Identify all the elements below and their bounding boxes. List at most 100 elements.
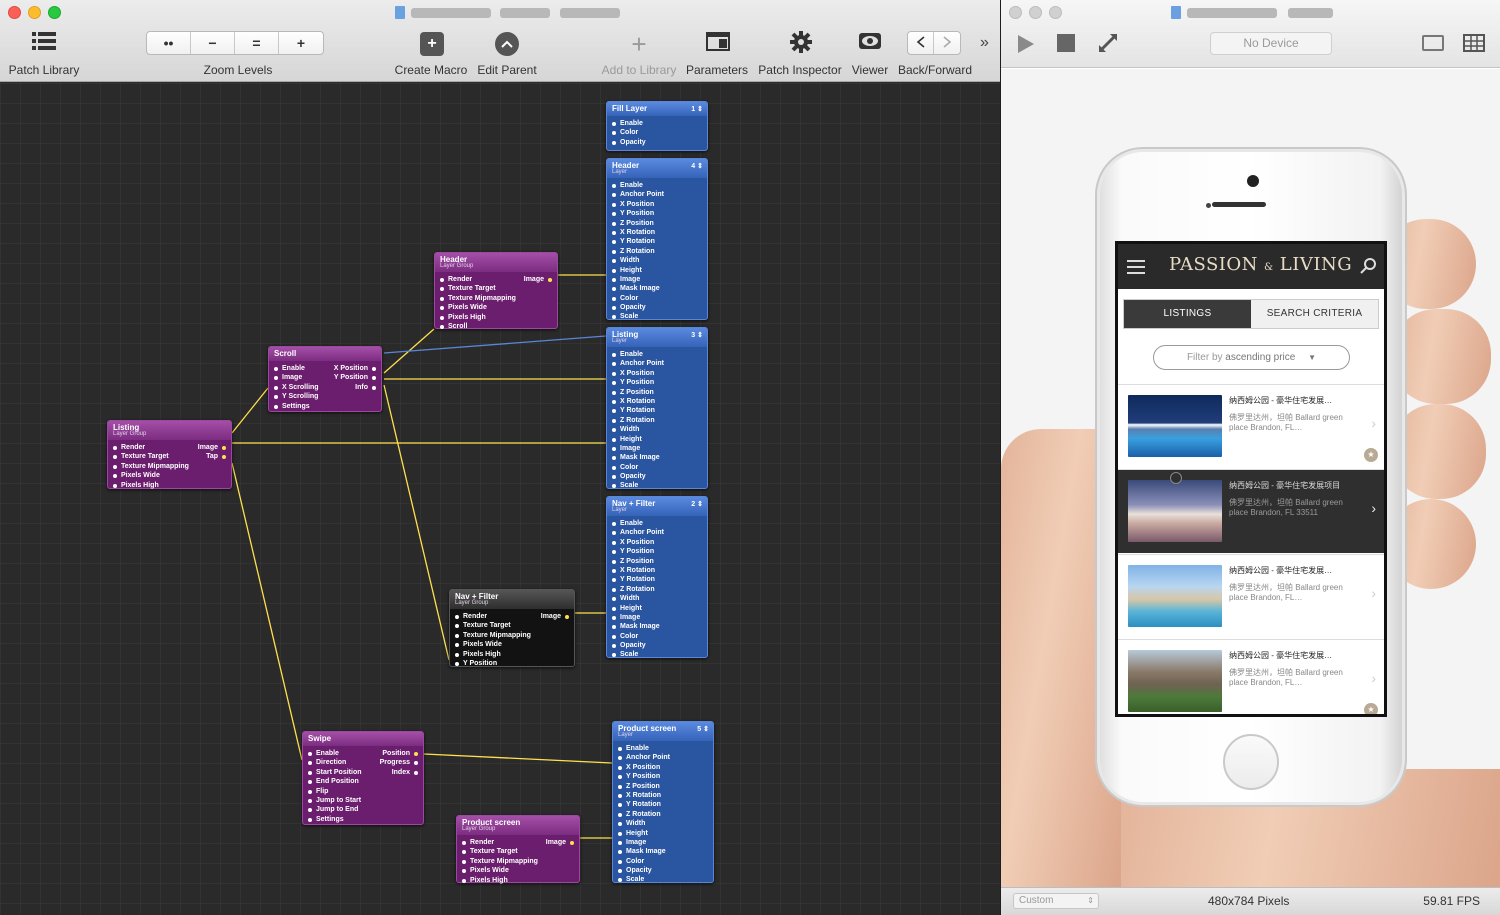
- output-port[interactable]: [414, 770, 418, 775]
- input-port[interactable]: [612, 540, 616, 545]
- input-port[interactable]: [612, 568, 616, 573]
- input-port[interactable]: [612, 296, 616, 301]
- favorite-star-icon[interactable]: ★: [1364, 703, 1378, 714]
- input-port[interactable]: [612, 249, 616, 254]
- patch-listing-layer[interactable]: Listing Layer 3 ⇕ Enable Anchor Point X Posi…: [606, 327, 708, 489]
- viewer-stage[interactable]: PASSION & LIVING LISTINGS SEARCH CRITERI…: [1001, 69, 1500, 887]
- input-port[interactable]: [618, 747, 622, 751]
- close-window-button[interactable]: [8, 6, 21, 19]
- patch-canvas[interactable]: Fill Layer 1 ⇕ Enable Color Opacity Header L…: [0, 83, 1000, 915]
- input-port[interactable]: [455, 661, 459, 666]
- input-port[interactable]: [612, 615, 616, 620]
- input-port[interactable]: [612, 446, 616, 451]
- input-port[interactable]: [618, 859, 622, 864]
- input-port[interactable]: [440, 296, 444, 301]
- input-port[interactable]: [612, 353, 616, 357]
- input-port[interactable]: [462, 878, 466, 883]
- input-port[interactable]: [440, 278, 444, 282]
- input-port[interactable]: [612, 606, 616, 611]
- output-port[interactable]: [372, 367, 376, 371]
- patch-scroll[interactable]: Scroll Enable X Position Image Y Position X …: [268, 346, 382, 412]
- filter-dropdown[interactable]: Filter by ascending price ▼: [1153, 345, 1350, 370]
- input-port[interactable]: [308, 770, 312, 775]
- input-port[interactable]: [462, 859, 466, 864]
- input-port[interactable]: [455, 652, 459, 657]
- create-macro-button[interactable]: +: [420, 32, 444, 56]
- tab-listings[interactable]: LISTINGS: [1124, 300, 1251, 328]
- patch-product-layer[interactable]: Product screen Layer 5 ⇕ Enable Anchor Poin…: [612, 721, 714, 883]
- input-port[interactable]: [618, 765, 622, 770]
- patch-swipe[interactable]: Swipe Enable Position Direction Progress Sta…: [302, 731, 424, 825]
- resolution-preset-select[interactable]: Custom ⇕: [1013, 893, 1099, 909]
- output-port[interactable]: [372, 385, 376, 390]
- zoom-actual-button[interactable]: =: [235, 32, 279, 54]
- patch-inspector-button[interactable]: [789, 30, 813, 59]
- patch-product-group[interactable]: Product screen Layer Group Render Image Tex…: [456, 815, 580, 884]
- input-port[interactable]: [440, 324, 444, 329]
- fullscreen-button[interactable]: [1098, 33, 1118, 58]
- patch-fill-layer[interactable]: Fill Layer 1 ⇕ Enable Color Opacity: [606, 101, 708, 151]
- input-port[interactable]: [455, 615, 459, 619]
- input-port[interactable]: [113, 483, 117, 488]
- search-button[interactable]: [1360, 258, 1376, 279]
- input-port[interactable]: [612, 418, 616, 423]
- input-port[interactable]: [113, 446, 117, 450]
- input-port[interactable]: [612, 230, 616, 235]
- input-port[interactable]: [612, 277, 616, 282]
- minimize-window-button[interactable]: [28, 6, 41, 19]
- output-port[interactable]: [570, 841, 574, 845]
- home-button[interactable]: [1223, 734, 1279, 790]
- input-port[interactable]: [274, 404, 278, 409]
- zoom-fit-button[interactable]: ••: [147, 32, 191, 54]
- input-port[interactable]: [612, 522, 616, 526]
- input-port[interactable]: [618, 793, 622, 798]
- grid-button[interactable]: [1463, 34, 1485, 57]
- input-port[interactable]: [612, 371, 616, 376]
- zoom-window-button[interactable]: [1049, 6, 1062, 19]
- add-to-library-button[interactable]: +: [627, 29, 651, 59]
- edit-parent-button[interactable]: [495, 32, 519, 56]
- input-port[interactable]: [612, 399, 616, 404]
- input-port[interactable]: [455, 633, 459, 638]
- zoom-in-button[interactable]: +: [279, 32, 323, 54]
- input-port[interactable]: [612, 559, 616, 564]
- zoom-out-button[interactable]: −: [191, 32, 235, 54]
- input-port[interactable]: [612, 268, 616, 273]
- input-port[interactable]: [618, 812, 622, 817]
- patch-navfilter-group[interactable]: Nav + Filter Layer Group Render Image Textu…: [449, 589, 575, 667]
- input-port[interactable]: [308, 798, 312, 803]
- list-item[interactable]: 纳西姆公园 - 豪华住宅发展… 佛罗里达州，坦帕 Ballard green p…: [1118, 639, 1384, 714]
- input-port[interactable]: [612, 465, 616, 470]
- patch-header-layer[interactable]: Header Layer 4 ⇕ Enable Anchor Point X Posit…: [606, 158, 708, 320]
- output-port[interactable]: [414, 752, 418, 756]
- input-port[interactable]: [618, 840, 622, 845]
- input-port[interactable]: [274, 385, 278, 390]
- input-port[interactable]: [308, 752, 312, 756]
- parameters-button[interactable]: [706, 30, 730, 57]
- input-port[interactable]: [308, 817, 312, 822]
- input-port[interactable]: [612, 587, 616, 592]
- patch-header-group[interactable]: Header Layer Group Render Image Texture Tar…: [434, 252, 558, 330]
- output-port[interactable]: [372, 376, 376, 381]
- input-port[interactable]: [612, 437, 616, 442]
- menu-button[interactable]: [1127, 260, 1145, 279]
- input-port[interactable]: [618, 784, 622, 789]
- patch-library-button[interactable]: [32, 30, 56, 57]
- input-port[interactable]: [612, 122, 616, 126]
- input-port[interactable]: [612, 202, 616, 207]
- input-port[interactable]: [612, 390, 616, 395]
- input-port[interactable]: [612, 634, 616, 639]
- device-selector[interactable]: No Device: [1210, 32, 1332, 55]
- stop-button[interactable]: [1057, 34, 1075, 52]
- back-button[interactable]: [908, 32, 934, 54]
- list-item[interactable]: 纳西姆公园 - 豪华住宅发展… 佛罗里达州，坦帕 Ballard green p…: [1118, 384, 1384, 468]
- list-item[interactable]: 纳西姆公园 - 豪华住宅发展项目 佛罗里达州，坦帕 Ballard green …: [1118, 469, 1384, 553]
- zoom-window-button[interactable]: [48, 6, 61, 19]
- input-port[interactable]: [462, 841, 466, 845]
- favorite-star-icon[interactable]: ★: [1364, 448, 1378, 462]
- input-port[interactable]: [612, 184, 616, 188]
- favorite-heart-icon[interactable]: [1170, 472, 1182, 484]
- tab-search-criteria[interactable]: SEARCH CRITERIA: [1251, 300, 1378, 328]
- viewer-button[interactable]: [858, 30, 882, 57]
- output-port[interactable]: [222, 446, 226, 450]
